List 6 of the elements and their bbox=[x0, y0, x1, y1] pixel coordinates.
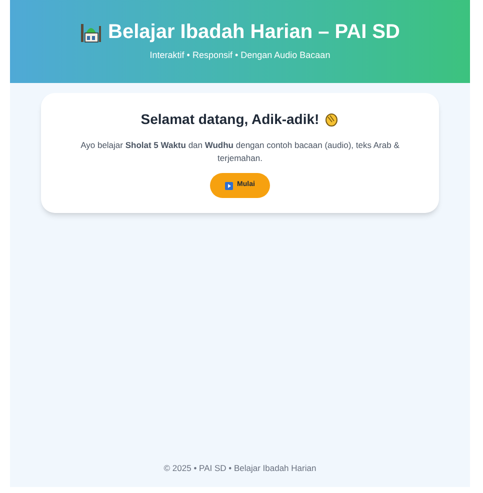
welcome-heading: Selamat datang, Adik-adik! bbox=[140, 110, 320, 129]
page-title: Belajar Ibadah Harian – PAI SD bbox=[108, 22, 400, 42]
page-subtitle: Interaktif • Responsif • Dengan Audio Bacaan bbox=[150, 48, 330, 62]
welcome-text: Ayo belajar Sholat 5 Waktu dan Wudhu dengan contoh bacaan (audio), teks Arab & terjemahan. bbox=[80, 139, 400, 165]
footer-text: © 2025 • PAI SD • Belajar Ibadah Harian bbox=[162, 462, 318, 476]
play-icon bbox=[225, 182, 234, 190]
